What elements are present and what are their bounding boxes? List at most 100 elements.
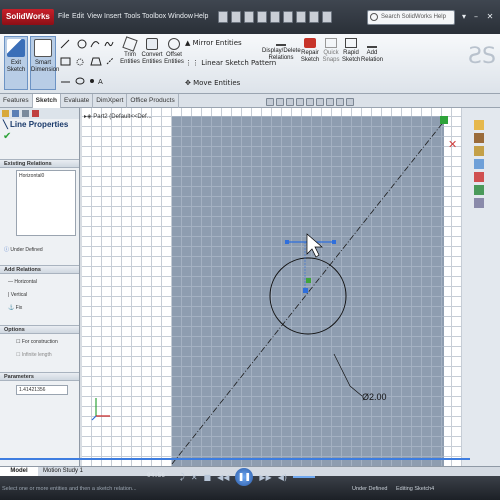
repair-sketch-button[interactable]: Repair Sketch: [300, 38, 320, 64]
undo-icon[interactable]: [270, 11, 280, 23]
volume-slider[interactable]: [292, 476, 315, 478]
tab-office-products[interactable]: Office Products: [127, 94, 179, 108]
new-icon[interactable]: [218, 11, 228, 23]
spline-icon[interactable]: [104, 41, 114, 47]
menu-tools[interactable]: Tools: [124, 13, 140, 20]
existing-relations-list[interactable]: Horizontal0: [16, 170, 76, 236]
edit-appearance-icon[interactable]: [336, 98, 344, 106]
endpoint-handle[interactable]: [285, 240, 289, 244]
confirmation-corner-ok-icon[interactable]: [440, 116, 448, 124]
rectangle-icon[interactable]: [60, 57, 71, 66]
relation-item[interactable]: Horizontal0: [19, 173, 73, 179]
ellipse-icon[interactable]: [75, 77, 85, 85]
pause-icon[interactable]: ❚❚: [235, 468, 254, 486]
exit-sketch-button[interactable]: Exit Sketch: [4, 36, 28, 90]
options-icon[interactable]: [322, 11, 332, 23]
tab-sketch[interactable]: Sketch: [32, 94, 61, 108]
offset-entities-button[interactable]: Offset Entities: [164, 38, 184, 66]
previous-view-icon[interactable]: [286, 98, 294, 106]
diameter-dimension[interactable]: Ø2.00: [362, 392, 387, 402]
centerpoint-circle-icon[interactable]: [76, 58, 84, 66]
trim-entities-button[interactable]: Trim Entities: [120, 36, 140, 66]
open-icon[interactable]: [231, 11, 241, 23]
feature-tree-icon[interactable]: [2, 110, 9, 117]
toolbox-icon[interactable]: [474, 198, 484, 208]
tab-dimxpert[interactable]: DimXpert: [93, 94, 128, 108]
tab-evaluate[interactable]: Evaluate: [61, 94, 94, 108]
tab-features[interactable]: Features: [0, 94, 33, 108]
arc-icon[interactable]: [90, 41, 100, 48]
menu-window[interactable]: Window: [168, 13, 193, 20]
display-style-icon[interactable]: [316, 98, 324, 106]
config-manager-icon[interactable]: [22, 110, 29, 117]
property-manager-icon[interactable]: [12, 110, 19, 117]
polygon-icon[interactable]: [90, 57, 102, 66]
appearances-icon[interactable]: [474, 172, 484, 182]
point-icon[interactable]: [90, 79, 94, 83]
design-library-icon[interactable]: [474, 133, 484, 143]
endpoint-handle[interactable]: [332, 240, 336, 244]
volume-icon[interactable]: ◀): [278, 473, 287, 482]
ok-icon[interactable]: ✔: [0, 131, 79, 145]
menu-help[interactable]: Help: [194, 13, 208, 20]
quick-snaps-button[interactable]: Quick Snaps: [321, 38, 341, 64]
save-icon[interactable]: [244, 11, 254, 23]
resources-icon[interactable]: [474, 120, 484, 130]
zoom-to-fit-icon[interactable]: [266, 98, 274, 106]
rewind-icon[interactable]: ◀◀: [217, 473, 229, 482]
stop-icon[interactable]: ■: [204, 473, 212, 482]
relation-fix[interactable]: ⚓ Fix: [8, 305, 79, 311]
mirror-entities-button[interactable]: ▲ Mirror Entities: [185, 39, 242, 47]
length-parameter-field[interactable]: 1.41421356: [16, 385, 68, 395]
convert-entities-button[interactable]: Convert Entities: [141, 38, 163, 66]
infinite-length-checkbox[interactable]: ☐ Infinite length: [16, 352, 79, 358]
display-delete-relations-button[interactable]: Display/Delete Relations: [262, 38, 301, 62]
file-properties-icon[interactable]: [309, 11, 319, 23]
menu-view[interactable]: View: [87, 13, 102, 20]
dimxpert-manager-icon[interactable]: [32, 110, 39, 117]
minimize-icon[interactable]: –: [470, 11, 482, 23]
rapid-sketch-button[interactable]: Rapid Sketch: [342, 38, 360, 64]
rebuild-icon[interactable]: [296, 11, 306, 23]
view-palette-icon[interactable]: [474, 159, 484, 169]
zoom-area-icon[interactable]: [276, 98, 284, 106]
menu-insert[interactable]: Insert: [104, 13, 122, 20]
repeat-icon[interactable]: ⤸: [180, 472, 185, 482]
smart-dimension-button[interactable]: Smart Dimension: [30, 36, 59, 90]
relation-horizontal[interactable]: — Horizontal: [8, 279, 79, 285]
search-icon[interactable]: [370, 13, 378, 21]
hide-show-icon[interactable]: [326, 98, 334, 106]
scene-icon[interactable]: [346, 98, 354, 106]
section-view-icon[interactable]: [296, 98, 304, 106]
relation-vertical[interactable]: | Vertical: [8, 292, 79, 298]
move-entities-button[interactable]: ✥ Move Entities: [185, 79, 240, 87]
file-explorer-icon[interactable]: [474, 146, 484, 156]
add-relation-button[interactable]: Add Relation: [361, 38, 383, 64]
centerline[interactable]: [171, 119, 446, 465]
confirmation-corner-cancel-icon[interactable]: ✕: [448, 138, 457, 151]
circle-icon[interactable]: [77, 39, 87, 49]
video-progress-bar[interactable]: [0, 458, 470, 460]
close-icon[interactable]: ✕: [484, 11, 496, 23]
view-orientation-icon[interactable]: [306, 98, 314, 106]
centerline-icon[interactable]: [106, 57, 114, 65]
sketch-circle[interactable]: [269, 257, 347, 335]
center-point[interactable]: [303, 288, 308, 293]
mirror-label: Mirror Entities: [192, 39, 242, 47]
shuffle-icon[interactable]: ✕: [191, 473, 198, 482]
menu-edit[interactable]: Edit: [72, 13, 84, 20]
print-icon[interactable]: [257, 11, 267, 23]
text-icon[interactable]: A: [98, 78, 103, 86]
custom-properties-icon[interactable]: [474, 185, 484, 195]
fast-forward-icon[interactable]: ▶▶: [259, 473, 271, 482]
help-dropdown-icon[interactable]: ▾: [458, 11, 470, 23]
select-icon[interactable]: [283, 11, 293, 23]
for-construction-checkbox[interactable]: ☐ For construction: [16, 339, 79, 345]
tab-motion-study[interactable]: Motion Study 1: [38, 467, 88, 476]
vertical-label: Vertical: [10, 292, 28, 298]
menu-toolbox[interactable]: Toolbox: [142, 13, 166, 20]
tab-model[interactable]: Model: [0, 467, 38, 476]
search-input[interactable]: Search SolidWorks Help: [367, 10, 455, 25]
line-icon[interactable]: [60, 39, 70, 49]
menu-file[interactable]: File: [58, 13, 69, 20]
